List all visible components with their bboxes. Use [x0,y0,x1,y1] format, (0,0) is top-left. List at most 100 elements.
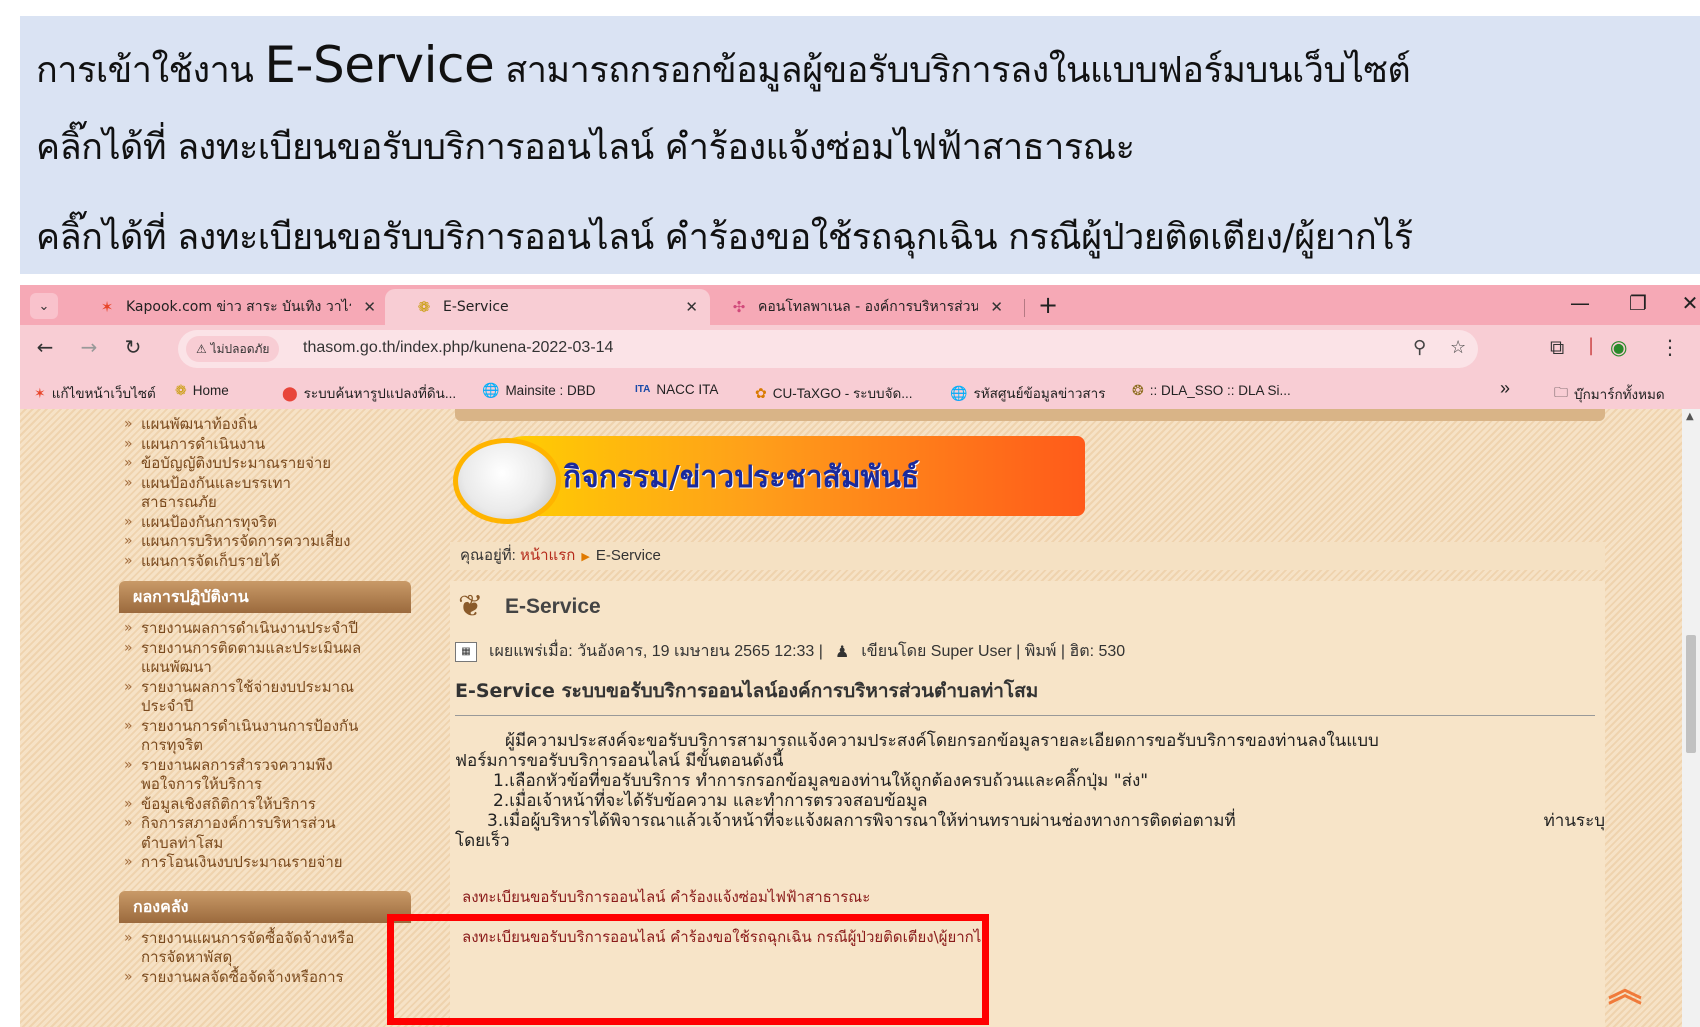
scroll-thumb[interactable] [1686,635,1696,753]
sidebar-item[interactable]: แผนการดำเนินงาน [105,435,425,455]
treasury-menu: รายงานแผนการจัดซื้อจัดจ้างหรือ การจัดหาพ… [105,929,425,988]
step-2: 2.เมื่อเจ้าหน้าที่จะได้รับข้อความ และทำก… [493,791,928,811]
tab-title: คอนโทลพาเนล - องค์การบริหารส่วนต [758,299,978,315]
kapook-favicon-icon: ✶ [34,384,46,401]
bookmark-item[interactable]: ✿ CU-TaXGO - ระบบจัด... [755,382,913,404]
sidebar-item[interactable]: กิจการสภาองค์การบริหารส่วน [105,814,425,834]
treasury-heading: กองคลัง [119,890,411,923]
zoom-icon[interactable]: ⚲ [1413,337,1426,358]
sidebar-item[interactable]: รายงานผลการใช้จ่ายงบประมาณ [105,678,425,698]
sidebar-item-continued[interactable]: การทุจริต [105,736,425,756]
bookmark-item[interactable]: ✶ แก้ไขหน้าเว็บไซต์ [34,382,156,404]
sidebar-item[interactable]: ข้อมูลเชิงสถิติการให้บริการ [105,795,425,815]
bookmark-label: CU-TaXGO - ระบบจัด... [772,386,913,401]
sidebar-item-continued[interactable]: พอใจการให้บริการ [105,775,425,795]
reload-icon[interactable]: ↻ [118,335,148,359]
sidebar-item[interactable]: แผนการบริหารจัดการความเสี่ยง [105,532,425,552]
slide-instruction-box: การเข้าใช้งาน E-Service สามารถกรอกข้อมูล… [20,16,1700,274]
performance-menu: รายงานผลการดำเนินงานประจำปี รายงานการติด… [105,619,425,873]
bookmark-item[interactable]: ❁ Home [175,382,229,399]
back-to-top-icon[interactable]: ︽ [1608,973,1642,1007]
sidebar-item[interactable]: แผนป้องกันและบรรเทา [105,474,425,494]
sidebar-item[interactable]: รายงานผลการสำรวจความพึง [105,756,425,776]
author-info: เขียนโดย Super User | พิมพ์ | ฮิต: 530 [861,643,1126,660]
bookmark-label: :: DLA_SSO :: DLA Si... [1149,383,1291,398]
sidebar-item[interactable]: การโอนเงินงบประมาณรายจ่าย [105,853,425,873]
minimize-icon[interactable]: — [1560,291,1600,315]
tab-control-panel[interactable]: ✣ คอนโทลพาเนล - องค์การบริหารส่วนต ✕ [710,289,1015,325]
sidebar-item[interactable]: แผนพัฒนาท้องถิ่น [105,415,425,435]
tab-title: E-Service [443,299,509,315]
breadcrumb-prefix: คุณอยู่ที่: [460,547,520,564]
article-title: E-Service [505,595,601,618]
menu-kebab-icon[interactable]: ⋮ [1660,335,1680,359]
performance-heading: ผลการปฏิบัติงาน [119,581,411,613]
security-chip[interactable]: ⚠ ไม่ปลอดภัย [186,336,280,362]
sidebar-item-continued[interactable]: ประจำปี [105,697,425,717]
sidebar-item[interactable]: รายงานผลจัดซื้อจัดจ้างหรือการ [105,968,425,988]
banner-title: กิจกรรม/ข่าวประชาสัมพันธ์ [563,460,920,495]
bookmark-label: แก้ไขหน้าเว็บไซต์ [51,386,156,401]
sidebar-item-continued[interactable]: แผนพัฒนา [105,658,425,678]
bookmarks-bar: ✶ แก้ไขหน้าเว็บไซต์ ❁ Home ⬤ ระบบค้นหารูปแป… [20,373,1700,409]
all-bookmarks-button[interactable]: 🗀 บุ๊กมาร์กทั้งหมด [1554,382,1665,406]
sidebar-item[interactable]: รายงานการติดตามและประเมินผล [105,639,425,659]
slide-line-1-suffix: สามารถกรอกข้อมูลผู้ขอรับบริการลงในแบบฟอร… [494,50,1411,91]
bookmark-item[interactable]: ITA NACC ITA [635,382,718,397]
back-arrow-icon[interactable]: ← [30,335,60,359]
left-sidebar: แผนพัฒนาท้องถิ่น แผนการดำเนินงาน ข้อบัญญ… [105,409,425,1027]
close-icon[interactable]: ✕ [363,298,376,316]
site-favicon-icon: ❁ [417,298,431,316]
slide-brand: E-Service [264,36,495,94]
new-tab-plus-icon[interactable]: + [1038,291,1058,319]
step-3-cont: โดยเร็ว [455,831,510,851]
section-banner: กิจกรรม/ข่าวประชาสัมพันธ์ [445,436,1085,528]
tab-kapook[interactable]: ✶ Kapook.com ข่าว สาระ บันเทิง วาไร ✕ [78,289,388,325]
close-icon[interactable]: ✕ [685,298,698,316]
sidebar-item[interactable]: แผนการจัดเก็บรายได้ [105,552,425,572]
url-text[interactable]: thasom.go.th/index.php/kunena-2022-03-14 [303,339,613,357]
header-image-strip [455,409,1605,421]
ita-logo-icon: ITA [635,384,651,395]
sidebar-item-continued[interactable]: ตำบลท่าโสม [105,834,425,854]
forward-arrow-icon[interactable]: → [74,335,104,359]
site-favicon-icon: ❁ [175,382,187,398]
step-3-tail: ท่านระบุ [1543,811,1605,831]
restore-icon[interactable]: ❐ [1618,291,1658,315]
divider [455,715,1595,716]
profile-avatar-icon[interactable]: ◉ [1610,335,1627,359]
sidebar-item-continued[interactable]: สาธารณภัย [105,493,425,513]
author-icon: ♟ [834,643,850,661]
sidebar-item[interactable]: แผนป้องกันการทุจริต [105,513,425,533]
banner-circle [453,438,561,524]
intro-text-cont: ฟอร์มการขอรับบริการออนไลน์ มีขั้นตอนดังน… [455,751,784,771]
tab-search-button[interactable]: ⌄ [30,293,58,319]
bookmark-item[interactable]: ❂:: DLA_SSO :: DLA Si... [1132,382,1291,399]
sidebar-item[interactable]: รายงานแผนการจัดซื้อจัดจ้างหรือ [105,929,425,949]
address-bar[interactable]: ⚠ ไม่ปลอดภัย thasom.go.th/index.php/kune… [178,330,1478,368]
close-window-icon[interactable]: ✕ [1670,291,1700,315]
step-1: 1.เลือกหัวข้อที่ขอรับบริการ ทำการกรอกข้อ… [493,771,1149,791]
bookmark-item[interactable]: ⬤ ระบบค้นหารูปแปลงที่ดิน... [282,382,456,404]
article-subheading: E-Service ระบบขอรับบริการออนไลน์องค์การบ… [455,680,1039,702]
vertical-scrollbar[interactable]: ▲ [1682,409,1700,1027]
globe-icon: 🌐 [482,382,500,398]
sidebar-item[interactable]: รายงานการดำเนินงานการป้องกัน [105,717,425,737]
step-3-text: 3.เมื่อผู้บริหารได้พิจารณาแล้วเจ้าหน้าที… [487,811,1236,831]
close-icon[interactable]: ✕ [990,298,1003,316]
bookmarks-overflow-button[interactable]: » [1500,378,1510,399]
article-meta: ▦ เผยแพร่เมื่อ: วันอังคาร, 19 เมษายน 256… [455,639,1125,664]
sidebar-item[interactable]: รายงานผลการดำเนินงานประจำปี [105,619,425,639]
joomla-favicon-icon: ✣ [732,298,746,316]
tab-divider [1024,299,1025,317]
tab-e-service[interactable]: ❁ E-Service ✕ [385,289,710,325]
bookmark-star-icon[interactable]: ☆ [1450,337,1466,358]
extensions-puzzle-icon[interactable]: ⧉ [1550,335,1564,359]
bookmark-item[interactable]: 🌐 Mainsite : DBD [482,382,595,399]
slide-line-2: คลิ๊กได้ที่ ลงทะเบียนขอรับบริการออนไลน์ … [36,127,1135,168]
bookmark-item[interactable]: 🌐 รหัสศูนย์ข้อมูลข่าวสาร [950,382,1106,404]
sidebar-item-continued[interactable]: การจัดหาพัสดุ [105,948,425,968]
breadcrumb-home-link[interactable]: หน้าแรก [520,547,575,564]
scroll-up-icon[interactable]: ▲ [1686,411,1694,422]
sidebar-item[interactable]: ข้อบัญญัติงบประมาณรายจ่าย [105,454,425,474]
